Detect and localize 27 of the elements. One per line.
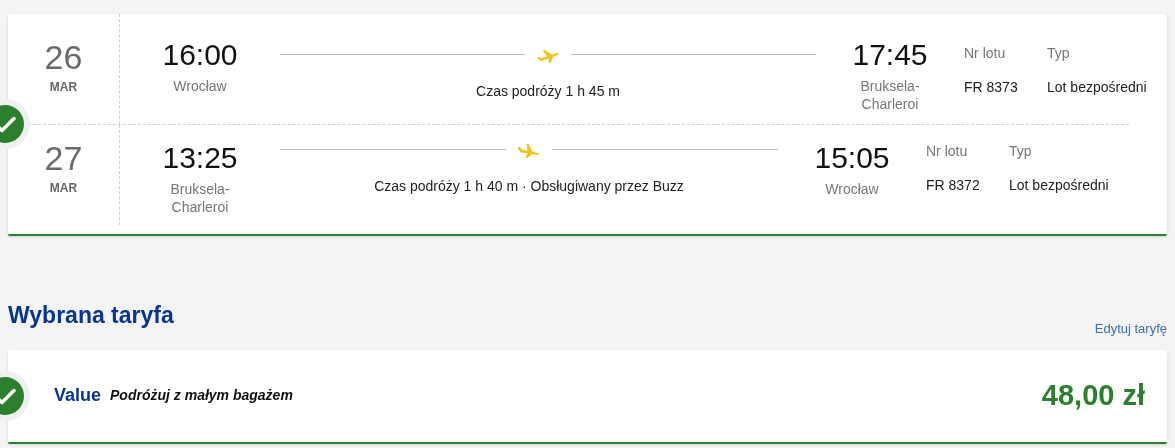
flight-type: Lot bezpośredni (1009, 176, 1110, 195)
departure-time: 13:25 (161, 141, 239, 174)
month-label: MAR (48, 180, 79, 197)
day-number: 26 (43, 40, 84, 74)
arrival-city: Wrocław (824, 180, 880, 199)
fare-price: 48,00 zł (1041, 377, 1145, 413)
month-label: MAR (48, 79, 79, 96)
flight-number-label: Nr lotu (926, 142, 969, 161)
edit-fare-link[interactable]: Edytuj taryfę (1094, 319, 1167, 339)
arrival-time: 15:05 (813, 141, 891, 174)
departure-city: Bruksela-Charleroi (169, 180, 231, 217)
flight-type: Lot bezpośredni (1047, 78, 1148, 97)
departure-city: Wrocław (172, 77, 228, 96)
arrival-time: 17:45 (851, 38, 929, 71)
section-title: Wybrana taryfa (8, 301, 174, 330)
fare-name: Value (54, 384, 102, 407)
fare-description: Podróżuj z małym bagażem (110, 386, 293, 405)
arrival-city: Bruksela-Charleroi (859, 77, 921, 114)
day-number: 27 (43, 141, 84, 175)
flight-type-label: Typ (1047, 44, 1071, 63)
flight-number-label: Nr lotu (964, 44, 1007, 63)
departure-time: 16:00 (161, 38, 239, 71)
flight-number: FR 8372 (926, 176, 981, 195)
flight-type-label: Typ (1009, 142, 1033, 161)
flight-duration: Czas podróży 1 h 40 m · Obsługiwany przez Buzz (373, 177, 685, 196)
flight-number: FR 8373 (964, 78, 1019, 97)
flight-duration: Czas podróży 1 h 45 m (475, 82, 621, 101)
